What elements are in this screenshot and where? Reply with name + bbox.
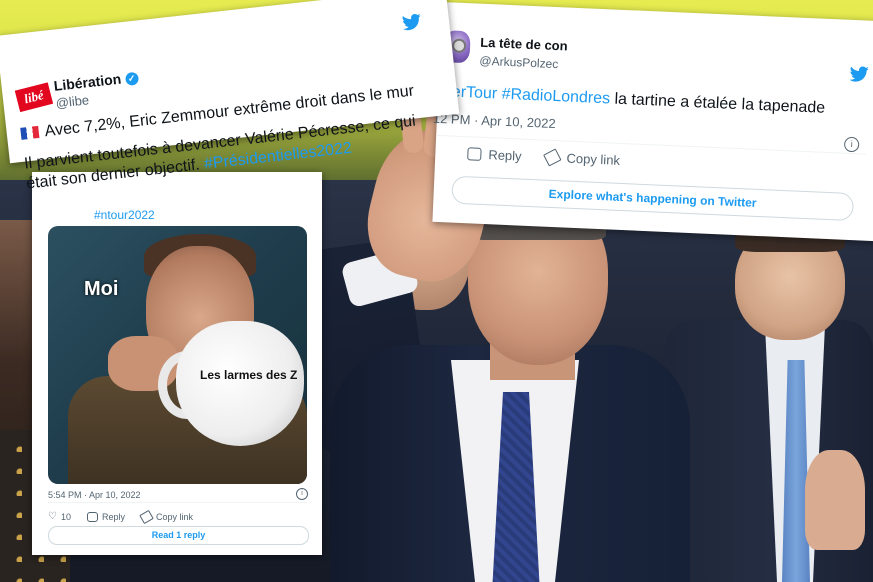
tweet-card-tete-de-con: La tête de con @ArkusPolzec #1erTour #Ra… xyxy=(432,2,873,242)
reply-icon xyxy=(467,147,482,161)
reply-label: Reply xyxy=(488,147,522,164)
twitter-bird-icon[interactable] xyxy=(849,66,870,83)
french-flag-icon xyxy=(20,125,40,140)
divider xyxy=(48,502,307,503)
author-handle[interactable]: @ArkusPolzec xyxy=(479,54,558,71)
reply-button[interactable]: Reply xyxy=(467,146,522,164)
giant-cup xyxy=(176,321,304,446)
meme-label-cup: Les larmes des Z xyxy=(200,368,298,382)
like-count: 10 xyxy=(60,511,71,522)
verified-badge-icon: ✓ xyxy=(124,71,139,87)
explore-twitter-button[interactable]: Explore what's happening on Twitter xyxy=(451,175,855,222)
hashtag-fragment-link[interactable]: #ntour2022 xyxy=(94,208,155,222)
heart-icon: ♡ xyxy=(48,511,57,522)
tweet-card-meme: #ntour2022 Moi Les larmes des Z 5:54 PM … xyxy=(32,172,322,555)
copy-link-label: Copy link xyxy=(156,511,194,522)
hashtag-radiolondres[interactable]: #RadioLondres xyxy=(501,86,610,108)
tweet-actions: ♡ 10 Reply Copy link xyxy=(48,509,194,524)
meme-image[interactable]: Moi Les larmes des Z xyxy=(48,226,307,484)
tweet-text-body: la tartine a étalée la tapenade xyxy=(609,90,826,117)
author-name[interactable]: La tête de con xyxy=(480,35,568,54)
copy-link-button[interactable]: Copy link xyxy=(139,509,194,524)
author-name: Libération xyxy=(52,70,122,94)
link-icon xyxy=(543,148,562,167)
read-replies-button[interactable]: Read 1 reply xyxy=(48,526,309,545)
meme-label-moi: Moi xyxy=(84,278,119,300)
tweet-actions: Reply Copy link xyxy=(467,146,620,168)
reply-label: Reply xyxy=(101,511,125,522)
copy-link-label: Copy link xyxy=(566,150,621,168)
background-clapping-hands xyxy=(805,450,865,550)
info-icon[interactable]: i xyxy=(843,136,860,153)
reply-icon xyxy=(86,511,98,522)
like-button[interactable]: ♡ 10 xyxy=(48,511,71,522)
reply-button[interactable]: Reply xyxy=(86,511,125,522)
copy-link-button[interactable]: Copy link xyxy=(543,148,621,168)
link-icon xyxy=(139,509,154,524)
tweet-timestamp[interactable]: 5:54 PM · Apr 10, 2022 xyxy=(48,490,141,500)
info-icon[interactable]: i xyxy=(296,488,308,500)
twitter-bird-icon[interactable] xyxy=(401,13,423,31)
author-name-row[interactable]: Libération ✓ xyxy=(53,69,139,94)
author-handle[interactable]: @libe xyxy=(55,92,90,111)
liberation-logo[interactable]: libé xyxy=(14,82,54,113)
